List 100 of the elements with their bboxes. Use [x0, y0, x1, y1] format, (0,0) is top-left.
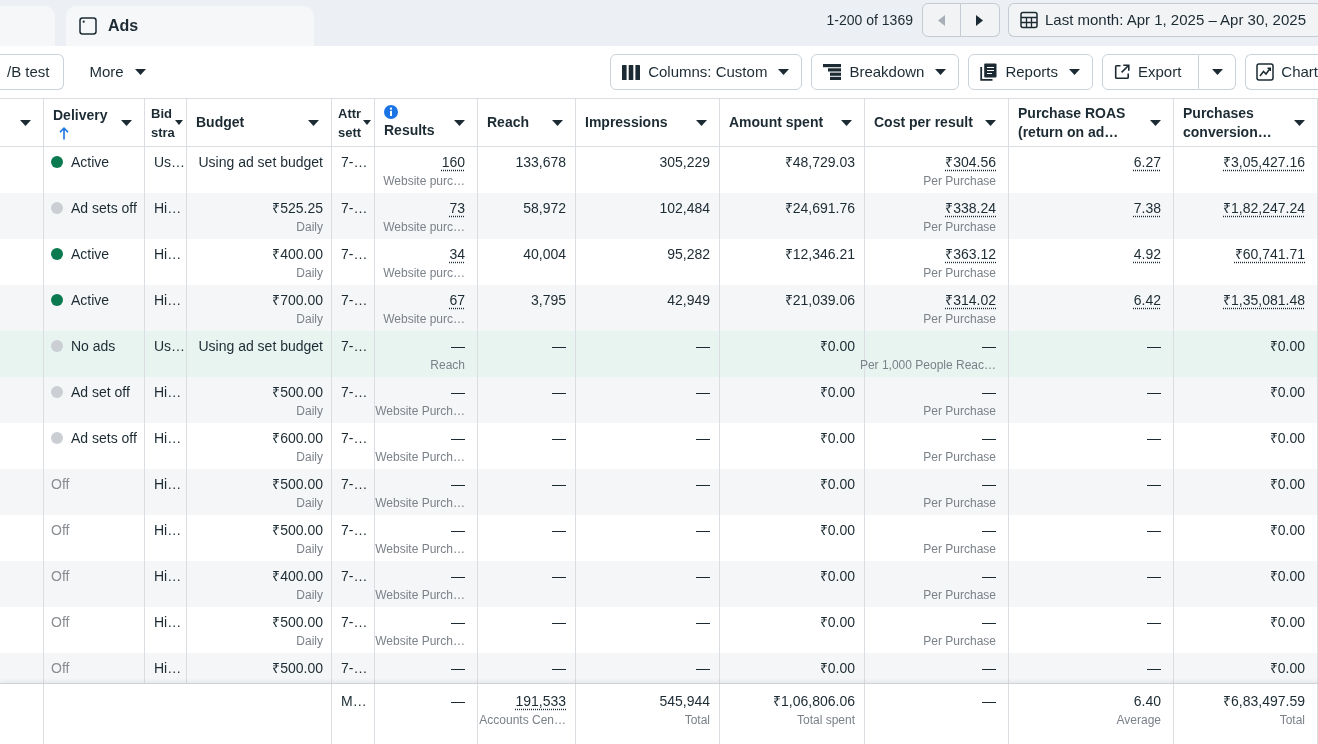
tab[interactable]: Ads — [66, 6, 314, 46]
attribution-setting: 7-… — [341, 659, 368, 678]
caret-icon — [175, 120, 183, 125]
cost-type: Per Purchase — [923, 173, 996, 189]
more-button[interactable]: More — [89, 54, 146, 90]
impressions-value: 95,282 — [667, 245, 710, 264]
amount-spent: ₹0.00 — [819, 429, 855, 448]
amount-spent-total: ₹1,06,806.06 — [773, 692, 855, 711]
total-caption: Total — [684, 712, 710, 728]
budget-value: ₹700.00 — [272, 291, 323, 310]
result-type: Website Purch… — [375, 633, 465, 649]
column-header[interactable]: Reach — [478, 99, 576, 146]
bid-strategy: Hi… — [154, 245, 182, 264]
conversion-value: ₹3,05,427.16 — [1223, 153, 1305, 172]
delivery-status: Off — [51, 475, 70, 494]
bid-strategy: Hi… — [154, 199, 182, 218]
cost-type: Per Purchase — [923, 219, 996, 235]
conversion-value: ₹0.00 — [1269, 521, 1305, 540]
breakdown-button[interactable]: Breakdown — [811, 54, 960, 90]
results-value: 34 — [449, 245, 465, 264]
reports-button[interactable]: Reports — [968, 54, 1093, 90]
column-header[interactable]: Impressions — [576, 99, 720, 146]
results-value: — — [451, 429, 465, 448]
result-type: Website purc… — [383, 173, 465, 189]
caret-icon — [935, 69, 947, 75]
attribution-setting: 7-… — [341, 245, 368, 264]
bars-icon — [823, 64, 842, 80]
budget-value: ₹500.00 — [272, 521, 323, 540]
bid-strategy: Hi… — [154, 291, 182, 310]
columns-icon — [622, 64, 641, 80]
cost-type: Per 1,000 People Reac… — [859, 357, 996, 373]
result-type: Website purc… — [383, 219, 465, 235]
column-header[interactable]: Results — [375, 99, 478, 146]
total-caption: Total spent — [796, 712, 855, 728]
reach-value: — — [552, 383, 566, 402]
chart-button[interactable]: Chart — [1245, 54, 1318, 90]
conversion-value: ₹1,82,247.24 — [1223, 199, 1305, 218]
column-header[interactable]: Attr sett — [332, 99, 375, 146]
date-range-button[interactable]: Last month: Apr 1, 2025 – Apr 30, 2025 — [1007, 3, 1318, 37]
column-header[interactable]: Budget — [187, 99, 332, 146]
attribution-setting: 7-… — [341, 291, 368, 310]
budget-value: ₹500.00 — [272, 659, 323, 678]
triangle-left-icon — [937, 14, 945, 26]
amount-spent: ₹48,729.03 — [784, 153, 855, 172]
caret-icon — [363, 120, 371, 125]
column-header[interactable]: Bid stra — [145, 99, 187, 146]
results-value: — — [451, 475, 465, 494]
result-type: Website Purch… — [375, 495, 465, 511]
export-button[interactable]: Export — [1101, 54, 1200, 90]
bid-strategy: Hi… — [154, 567, 182, 586]
amount-spent: ₹0.00 — [819, 475, 855, 494]
reach-value: — — [552, 337, 566, 356]
budget-value: ₹500.00 — [272, 613, 323, 632]
amount-spent: ₹0.00 — [819, 383, 855, 402]
result-type: Reach — [430, 357, 465, 373]
next-page-button[interactable] — [960, 3, 1000, 37]
caret-icon — [121, 119, 132, 126]
columns-button[interactable]: Columns: Custom — [610, 54, 803, 90]
impressions-value: — — [696, 567, 710, 586]
column-header[interactable]: Purchase ROAS (return on ad… — [1009, 99, 1174, 146]
total-caption: Total — [1279, 712, 1305, 728]
roas-value: 6.27 — [1133, 153, 1161, 172]
result-type: Website purc… — [383, 311, 465, 327]
column-header[interactable]: Purchases conversion… — [1174, 99, 1318, 146]
roas-value: 7.38 — [1133, 199, 1161, 218]
conversion-value: ₹0.00 — [1269, 659, 1305, 678]
delivery-status: Active — [71, 291, 110, 310]
reach-total: 191,533 — [515, 692, 566, 711]
ab-test-button[interactable]: /B test — [0, 54, 64, 90]
column-header[interactable]: Delivery — [44, 99, 145, 146]
caret-icon — [308, 119, 319, 126]
caret-icon — [985, 119, 996, 126]
caret-icon — [841, 119, 852, 126]
column-header[interactable]: Amount spent — [720, 99, 865, 146]
window-icon — [79, 17, 97, 35]
result-type: Website Purch… — [375, 587, 465, 603]
budget-period: Daily — [296, 311, 323, 327]
amount-spent: ₹0.00 — [819, 659, 855, 678]
result-type: Website Purch… — [375, 403, 465, 419]
budget-value: Using ad set budget — [198, 337, 323, 356]
dropdown-button[interactable] — [1199, 54, 1237, 90]
budget-period: Daily — [296, 219, 323, 235]
cost-type: Per Purchase — [923, 587, 996, 603]
reach-value: — — [552, 567, 566, 586]
cost-per-result: — — [982, 475, 996, 494]
budget-period: Daily — [296, 495, 323, 511]
export-icon — [1113, 64, 1130, 80]
conversion-value: ₹0.00 — [1269, 613, 1305, 632]
pages-icon — [980, 63, 998, 81]
impressions-value: — — [696, 613, 710, 632]
caret-icon — [454, 119, 465, 126]
impressions-value: — — [696, 475, 710, 494]
conversion-value: ₹0.00 — [1269, 475, 1305, 494]
reach-value: 40,004 — [523, 245, 566, 264]
attribution-setting: M… — [341, 692, 367, 711]
caret-icon — [1150, 119, 1161, 126]
column-header[interactable]: Cost per result — [865, 99, 1009, 146]
delivery-status: Ad set off — [71, 383, 130, 402]
impressions-value: — — [696, 659, 710, 678]
conversion-value-total: ₹6,83,497.59 — [1223, 692, 1305, 711]
